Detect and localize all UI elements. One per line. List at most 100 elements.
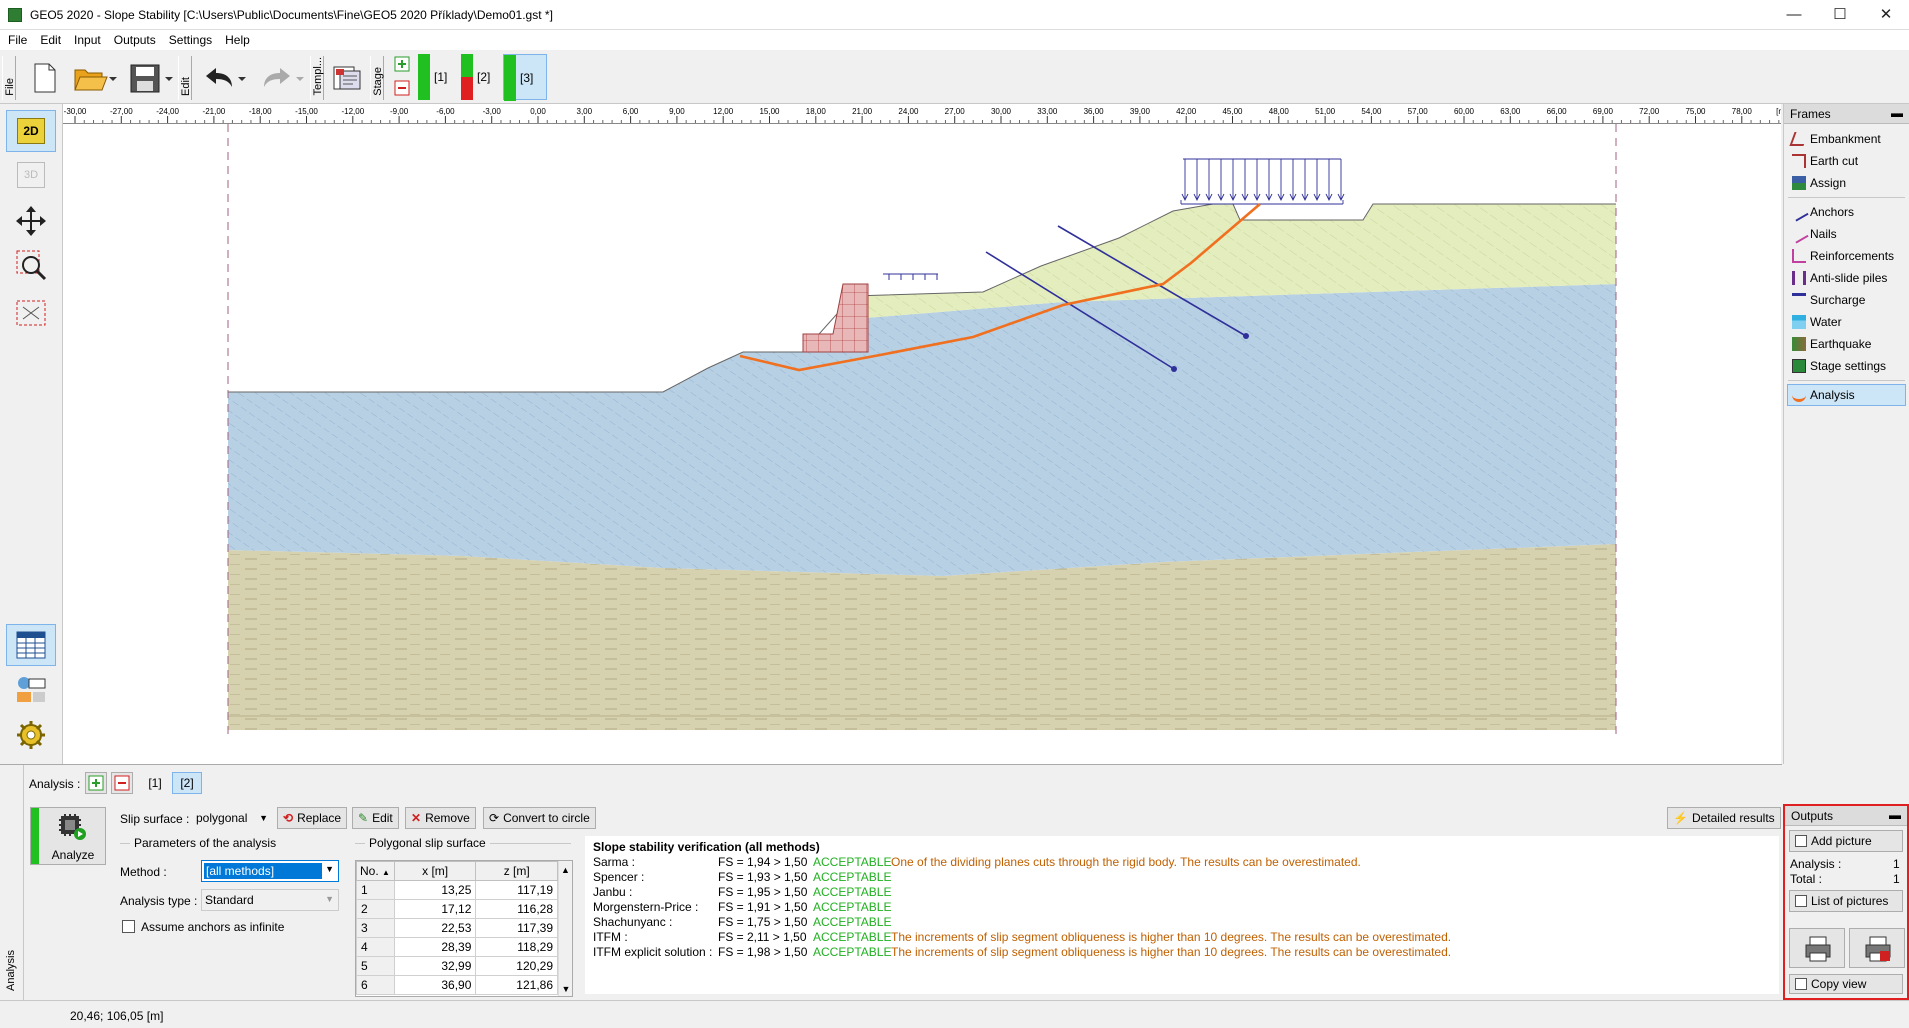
horizontal-ruler: -30,00 -27,00 -24,00 -21,00 -18,00 -15,00 -12,… — [63, 104, 1781, 124]
frame-earth-cut[interactable]: Earth cut — [1784, 150, 1909, 172]
convert-to-circle-button[interactable]: ⟳ Convert to circle — [483, 807, 596, 829]
scroll-down-icon[interactable]: ▼ — [559, 984, 572, 994]
open-file-icon[interactable] — [70, 56, 120, 100]
table-row[interactable]: 4 28,39 118,29 — [356, 937, 558, 957]
copy-view-button[interactable]: Copy view — [1789, 974, 1903, 994]
status-badge: ACCEPTABLE — [813, 885, 892, 899]
ruler-label: 72,00 — [1639, 107, 1660, 116]
print-pdf-button[interactable] — [1849, 928, 1905, 968]
status-badge: ACCEPTABLE — [813, 900, 892, 914]
frame-earthquake[interactable]: Earthquake — [1784, 333, 1909, 355]
labels-button[interactable] — [6, 668, 56, 710]
menu-outputs[interactable]: Outputs — [106, 30, 161, 47]
redo-icon[interactable] — [256, 56, 308, 100]
replace-button[interactable]: ⟲ Replace — [277, 807, 348, 829]
add-stage-icon[interactable] — [394, 56, 410, 72]
analysis-tab-2[interactable]: [2] — [172, 772, 202, 794]
stage-3-button[interactable]: [3] — [503, 54, 547, 101]
result-row-sarma: Sarma : FS = 1,94 > 1,50 ACCEPTABLE One of … — [593, 855, 1361, 869]
minus-icon — [114, 775, 130, 791]
frame-surcharge[interactable]: Surcharge — [1784, 289, 1909, 311]
list-of-pictures-button[interactable]: List of pictures — [1789, 890, 1903, 912]
ruler-label: 3,00 — [577, 107, 593, 116]
settings-button[interactable] — [6, 714, 56, 756]
print-button[interactable] — [1789, 928, 1845, 968]
zoom-button[interactable] — [6, 244, 56, 286]
zoom-extents-icon — [16, 300, 46, 326]
scroll-up-icon[interactable]: ▲ — [559, 865, 572, 875]
collapse-icon[interactable]: ▬ — [1889, 808, 1901, 822]
add-picture-button[interactable]: Add picture — [1789, 830, 1903, 852]
template-icon[interactable] — [330, 56, 364, 100]
menu-input[interactable]: Input — [66, 30, 106, 47]
edit-button[interactable]: ✎ Edit — [352, 807, 399, 829]
status-badge: ACCEPTABLE — [813, 855, 892, 869]
frame-analysis[interactable]: Analysis — [1787, 384, 1906, 406]
table-row[interactable]: 6 36,90 121,86 — [356, 975, 558, 995]
frame-reinforcements[interactable]: Reinforcements — [1784, 245, 1909, 267]
frame-anti-slide-piles[interactable]: Anti-slide piles — [1784, 267, 1909, 289]
analysis-icon — [1792, 388, 1806, 402]
table-scrollbar[interactable]: ▲ ▼ — [558, 861, 572, 996]
menu-file[interactable]: File — [0, 30, 32, 47]
outputs-panel: Outputs ▬ Add picture Analysis : 1 Total … — [1783, 804, 1909, 1000]
frame-stage-settings[interactable]: Stage settings — [1784, 355, 1909, 377]
table-row[interactable]: 3 22,53 117,39 — [356, 918, 558, 938]
table-row[interactable]: 5 32,99 120,29 — [356, 956, 558, 976]
col-z[interactable]: z [m] — [475, 861, 558, 881]
anchors-infinite-checkbox[interactable] — [122, 920, 135, 933]
method-select[interactable]: [all methods] ▼ — [201, 860, 339, 882]
collapse-icon[interactable]: ▬ — [1891, 106, 1903, 120]
stage-1-button[interactable]: [1] — [418, 54, 458, 100]
menu-help[interactable]: Help — [217, 30, 255, 47]
polygon-table[interactable]: No. ▲ x [m] z [m] 1 13,25 117,19 2 17,12 116… — [355, 860, 573, 997]
detailed-results-button[interactable]: ⚡ Detailed results — [1667, 807, 1781, 829]
menu-edit[interactable]: Edit — [32, 30, 66, 47]
frame-water[interactable]: Water — [1784, 311, 1909, 333]
ruler-label: -21,00 — [203, 107, 226, 116]
move-arrows-icon — [16, 206, 46, 236]
pan-button[interactable] — [6, 200, 56, 242]
result-row-spencer: Spencer : FS = 1,93 > 1,50 ACCEPTABLE — [593, 870, 892, 884]
earthquake-icon — [1792, 337, 1806, 351]
slip-surface-select[interactable]: polygonal ▼ — [192, 807, 270, 829]
frame-embankment[interactable]: Embankment — [1784, 128, 1909, 150]
undo-icon[interactable] — [198, 56, 250, 100]
app-icon — [8, 8, 22, 22]
remove-analysis-button[interactable] — [111, 772, 133, 794]
view-2d-button[interactable]: 2D — [6, 110, 56, 152]
table-row[interactable]: 1 13,25 117,19 — [356, 880, 558, 900]
analysis-label: Analysis : — [29, 777, 81, 791]
stage-settings-icon — [1792, 359, 1806, 373]
remove-button[interactable]: ✕ Remove — [405, 807, 476, 829]
assign-icon — [1792, 176, 1806, 190]
remove-stage-icon[interactable] — [394, 80, 410, 96]
new-file-icon[interactable] — [28, 56, 62, 100]
surcharge-arrow — [1253, 159, 1261, 202]
col-x[interactable]: x [m] — [393, 861, 477, 881]
analysis-tab-1[interactable]: [1] — [140, 772, 170, 794]
frame-nails[interactable]: Nails — [1784, 223, 1909, 245]
piles-icon — [1792, 271, 1806, 285]
window-title: GEO5 2020 - Slope Stability [C:\Users\Pu… — [30, 8, 553, 22]
table-view-button[interactable] — [6, 624, 56, 666]
col-no[interactable]: No. ▲ — [356, 861, 395, 881]
menu-settings[interactable]: Settings — [161, 30, 217, 47]
close-button[interactable]: ✕ — [1863, 0, 1909, 30]
add-analysis-button[interactable] — [85, 772, 107, 794]
analysis-type-select[interactable]: Standard ▼ — [201, 889, 339, 911]
maximize-button[interactable]: ☐ — [1817, 0, 1863, 30]
view-3d-button[interactable]: 3D — [6, 154, 56, 196]
frames-panel: Frames ▬ Embankment Earth cut Assign Anch… — [1783, 104, 1909, 764]
table-row[interactable]: 2 17,12 116,28 — [356, 899, 558, 919]
drawing-canvas[interactable] — [63, 124, 1781, 764]
ruler-label: 48,00 — [1269, 107, 1290, 116]
save-file-icon[interactable] — [126, 56, 176, 100]
minimize-button[interactable]: — — [1771, 0, 1817, 30]
zoom-extents-button[interactable] — [6, 292, 56, 334]
frame-assign[interactable]: Assign — [1784, 172, 1909, 194]
outputs-total-label: Total : — [1790, 872, 1823, 886]
stage-2-button[interactable]: [2] — [461, 54, 501, 100]
analyze-button[interactable]: Analyze — [30, 807, 106, 865]
frame-anchors[interactable]: Anchors — [1784, 201, 1909, 223]
